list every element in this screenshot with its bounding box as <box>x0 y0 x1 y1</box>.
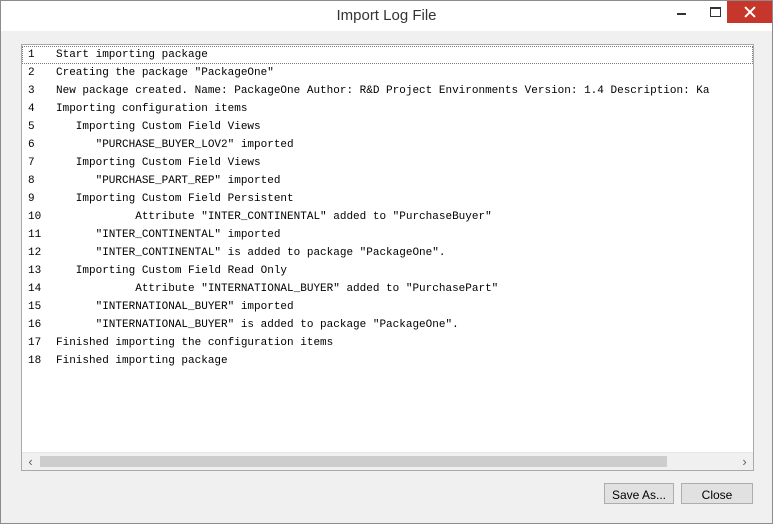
line-number: 8 <box>28 175 35 187</box>
line-number: 2 <box>28 67 35 79</box>
log-line[interactable]: 6 "PURCHASE_BUYER_LOV2" imported <box>22 136 753 154</box>
title-bar[interactable]: Import Log File <box>1 1 772 31</box>
line-text: "INTER_CONTINENTAL" imported <box>56 229 281 241</box>
log-line[interactable]: 16 "INTERNATIONAL_BUYER" is added to pac… <box>22 316 753 334</box>
log-line[interactable]: 4 Importing configuration items <box>22 100 753 118</box>
line-text: Importing Custom Field Read Only <box>56 265 288 277</box>
minimize-icon <box>676 13 686 15</box>
log-text-area[interactable]: 1 Start importing package 2 Creating the pa… <box>21 44 754 471</box>
log-lines: 1 Start importing package 2 Creating the pa… <box>22 46 753 452</box>
log-line[interactable]: 17 Finished importing the configuration i… <box>22 334 753 352</box>
save-as-button[interactable]: Save As... <box>604 483 674 504</box>
line-text: New package created. Name: PackageOne Au… <box>56 85 710 97</box>
line-number: 12 <box>28 247 42 259</box>
import-log-dialog: Import Log File 1 Start importing package… <box>0 0 773 524</box>
line-number: 10 <box>28 211 42 223</box>
window-title: Import Log File <box>336 7 437 24</box>
line-number: 3 <box>28 85 35 97</box>
line-text: Attribute "INTER_CONTINENTAL" added to "… <box>56 211 492 223</box>
log-line[interactable]: 11 "INTER_CONTINENTAL" imported <box>22 226 753 244</box>
chevron-left-icon[interactable]: ‹ <box>22 453 39 470</box>
line-number: 11 <box>28 229 42 241</box>
log-line[interactable]: 8 "PURCHASE_PART_REP" imported <box>22 172 753 190</box>
line-text: "INTERNATIONAL_BUYER" imported <box>56 301 294 313</box>
line-text: "INTERNATIONAL_BUYER" is added to packag… <box>56 319 459 331</box>
maximize-icon <box>709 7 721 17</box>
chevron-right-icon[interactable]: › <box>736 453 753 470</box>
line-number: 17 <box>28 337 42 349</box>
log-line[interactable]: 15 "INTERNATIONAL_BUYER" imported <box>22 298 753 316</box>
log-line[interactable]: 13 Importing Custom Field Read Only <box>22 262 753 280</box>
log-line[interactable]: 14 Attribute "INTERNATIONAL_BUYER" added… <box>22 280 753 298</box>
line-text: Finished importing the configuration ite… <box>56 337 334 349</box>
horizontal-scrollbar[interactable]: ‹ › <box>22 452 753 470</box>
log-line[interactable]: 5 Importing Custom Field Views <box>22 118 753 136</box>
line-number: 4 <box>28 103 35 115</box>
window-close-button[interactable] <box>727 1 772 23</box>
line-text: Importing Custom Field Persistent <box>56 193 294 205</box>
line-number: 7 <box>28 157 35 169</box>
line-number: 18 <box>28 355 42 367</box>
line-number: 16 <box>28 319 42 331</box>
line-number: 6 <box>28 139 35 151</box>
log-line[interactable]: 12 "INTER_CONTINENTAL" is added to packa… <box>22 244 753 262</box>
line-text: Attribute "INTERNATIONAL_BUYER" added to… <box>56 283 499 295</box>
line-number: 5 <box>28 121 35 133</box>
log-line[interactable]: 7 Importing Custom Field Views <box>22 154 753 172</box>
log-line[interactable]: 2 Creating the package "PackageOne" <box>22 64 753 82</box>
log-line[interactable]: 10 Attribute "INTER_CONTINENTAL" added t… <box>22 208 753 226</box>
line-text: Finished importing package <box>56 355 228 367</box>
line-number: 1 <box>28 49 35 61</box>
line-text: Importing Custom Field Views <box>56 157 261 169</box>
scrollbar-thumb[interactable] <box>40 456 667 467</box>
line-text: Start importing package <box>56 49 208 61</box>
line-text: Creating the package "PackageOne" <box>56 67 274 79</box>
line-text: "PURCHASE_BUYER_LOV2" imported <box>56 139 294 151</box>
log-line[interactable]: 1 Start importing package <box>22 46 753 64</box>
line-number: 13 <box>28 265 42 277</box>
log-line[interactable]: 3 New package created. Name: PackageOne A… <box>22 82 753 100</box>
log-line[interactable]: 18 Finished importing package <box>22 352 753 370</box>
line-number: 15 <box>28 301 42 313</box>
line-number: 14 <box>28 283 42 295</box>
line-text: "PURCHASE_PART_REP" imported <box>56 175 281 187</box>
line-text: Importing Custom Field Views <box>56 121 261 133</box>
line-text: Importing configuration items <box>56 103 248 115</box>
line-number: 9 <box>28 193 35 205</box>
close-button[interactable]: Close <box>681 483 753 504</box>
minimize-button[interactable] <box>664 1 698 23</box>
log-line[interactable]: 9 Importing Custom Field Persistent <box>22 190 753 208</box>
line-text: "INTER_CONTINENTAL" is added to package … <box>56 247 446 259</box>
close-icon <box>744 6 756 18</box>
